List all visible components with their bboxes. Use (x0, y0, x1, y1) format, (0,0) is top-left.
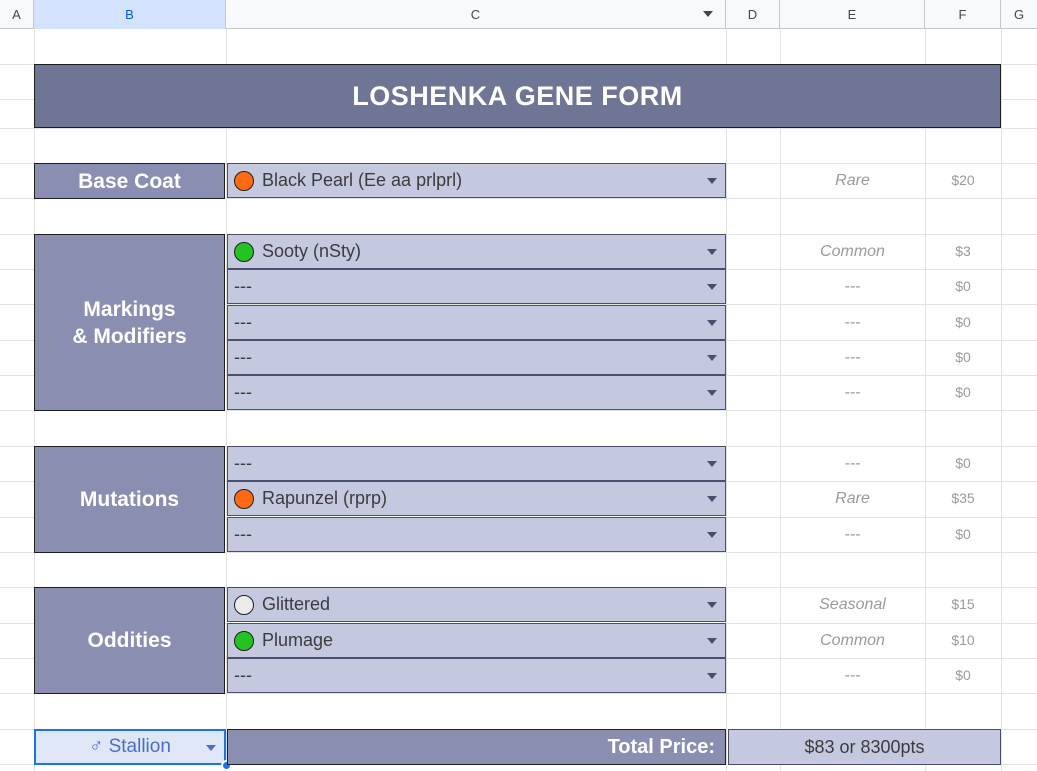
dropdown-arrow-icon[interactable] (707, 602, 717, 608)
price-cell: $0 (955, 349, 971, 365)
gene-value: --- (234, 665, 252, 685)
price-cell: $0 (955, 526, 971, 542)
dropdown-arrow-icon[interactable] (707, 638, 717, 644)
rarity-cell: --- (844, 455, 861, 472)
total-price-label: Total Price: (227, 729, 726, 765)
rarity-cell: Rare (835, 172, 870, 189)
gene-value: Sooty (nSty) (262, 241, 362, 261)
gene-value: --- (234, 276, 252, 296)
gene-value: Rapunzel (rprp) (262, 488, 388, 508)
column-header-b[interactable]: B (34, 0, 226, 29)
section-label-mutations: Mutations (34, 446, 225, 553)
column-header-c[interactable]: C (226, 0, 726, 29)
gene-dropdown[interactable]: Black Pearl (Ee aa prlprl) (227, 163, 726, 198)
column-header-f[interactable]: F (925, 0, 1001, 29)
price-cell: $0 (955, 314, 971, 330)
rarity-dot-icon (234, 170, 254, 191)
price-cell: $0 (955, 278, 971, 294)
gene-dropdown[interactable]: --- (227, 375, 726, 410)
price-cell: $35 (951, 490, 975, 506)
section-label-markings: Markings & Modifiers (34, 234, 225, 411)
section-label-line: Markings (83, 297, 176, 321)
column-header-d[interactable]: D (726, 0, 780, 29)
gene-value: Plumage (262, 630, 334, 650)
price-cell: $0 (955, 384, 971, 400)
price-cell: $3 (955, 243, 971, 259)
column-header-bar: A B C D E F G (0, 0, 1037, 29)
rarity-cell: Seasonal (819, 596, 886, 613)
gene-value: --- (234, 347, 252, 367)
dropdown-arrow-icon[interactable] (707, 532, 717, 538)
dropdown-arrow-icon[interactable] (707, 673, 717, 679)
rarity-cell: Common (820, 243, 885, 260)
gene-value: Glittered (262, 594, 331, 614)
gene-value: --- (234, 524, 252, 544)
gender-select[interactable]: ♂ Stallion (34, 729, 226, 765)
dropdown-arrow-icon[interactable] (707, 461, 717, 467)
grid-line (0, 128, 1037, 129)
section-label-oddities: Oddities (34, 587, 225, 694)
dropdown-arrow-icon[interactable] (707, 320, 717, 326)
dropdown-arrow-icon[interactable] (206, 745, 216, 751)
price-cell: $0 (955, 667, 971, 683)
price-cell: $10 (951, 632, 975, 648)
gene-value: --- (234, 453, 252, 473)
gene-dropdown[interactable]: Rapunzel (rprp) (227, 481, 726, 516)
section-label-base-coat: Base Coat (34, 163, 225, 199)
gene-dropdown[interactable]: --- (227, 269, 726, 304)
rarity-cell: --- (844, 314, 861, 331)
column-header-g[interactable]: G (1001, 0, 1037, 29)
gene-dropdown[interactable]: Plumage (227, 623, 726, 658)
gene-dropdown[interactable]: Sooty (nSty) (227, 234, 726, 269)
dropdown-arrow-icon[interactable] (707, 496, 717, 502)
rarity-dot-icon (234, 594, 254, 615)
total-price-value: $83 or 8300pts (728, 729, 1001, 765)
gender-value: ♂ Stallion (89, 736, 171, 757)
gene-dropdown[interactable]: --- (227, 340, 726, 375)
column-header-a[interactable]: A (0, 0, 34, 29)
column-header-e[interactable]: E (780, 0, 925, 29)
rarity-cell: --- (844, 349, 861, 366)
rarity-cell: --- (844, 384, 861, 401)
rarity-cell: --- (844, 526, 861, 543)
form-title: LOSHENKA GENE FORM (34, 64, 1001, 128)
rarity-cell: Rare (835, 490, 870, 507)
dropdown-arrow-icon[interactable] (707, 178, 717, 184)
dropdown-arrow-icon[interactable] (707, 390, 717, 396)
grid-line (726, 29, 727, 771)
rarity-dot-icon (234, 241, 254, 262)
rarity-dot-icon (234, 630, 254, 651)
dropdown-arrow-icon[interactable] (707, 355, 717, 361)
gene-dropdown[interactable]: --- (227, 446, 726, 481)
rarity-cell: Common (820, 632, 885, 649)
gene-value: --- (234, 382, 252, 402)
gene-dropdown[interactable]: --- (227, 517, 726, 552)
rarity-dot-icon (234, 488, 254, 509)
rarity-cell: --- (844, 667, 861, 684)
grid-line (1001, 29, 1002, 771)
dropdown-arrow-icon[interactable] (707, 249, 717, 255)
gene-dropdown[interactable]: --- (227, 658, 726, 693)
section-label-line: & Modifiers (72, 324, 187, 348)
gene-dropdown[interactable]: Glittered (227, 587, 726, 622)
rarity-cell: --- (844, 278, 861, 295)
gene-value: --- (234, 312, 252, 332)
price-cell: $15 (951, 596, 975, 612)
gene-dropdown[interactable]: --- (227, 305, 726, 340)
dropdown-arrow-icon[interactable] (707, 284, 717, 290)
price-cell: $20 (951, 172, 975, 188)
filter-dropdown-icon[interactable] (703, 11, 713, 17)
price-cell: $0 (955, 455, 971, 471)
gene-value: Black Pearl (Ee aa prlprl) (262, 170, 463, 190)
